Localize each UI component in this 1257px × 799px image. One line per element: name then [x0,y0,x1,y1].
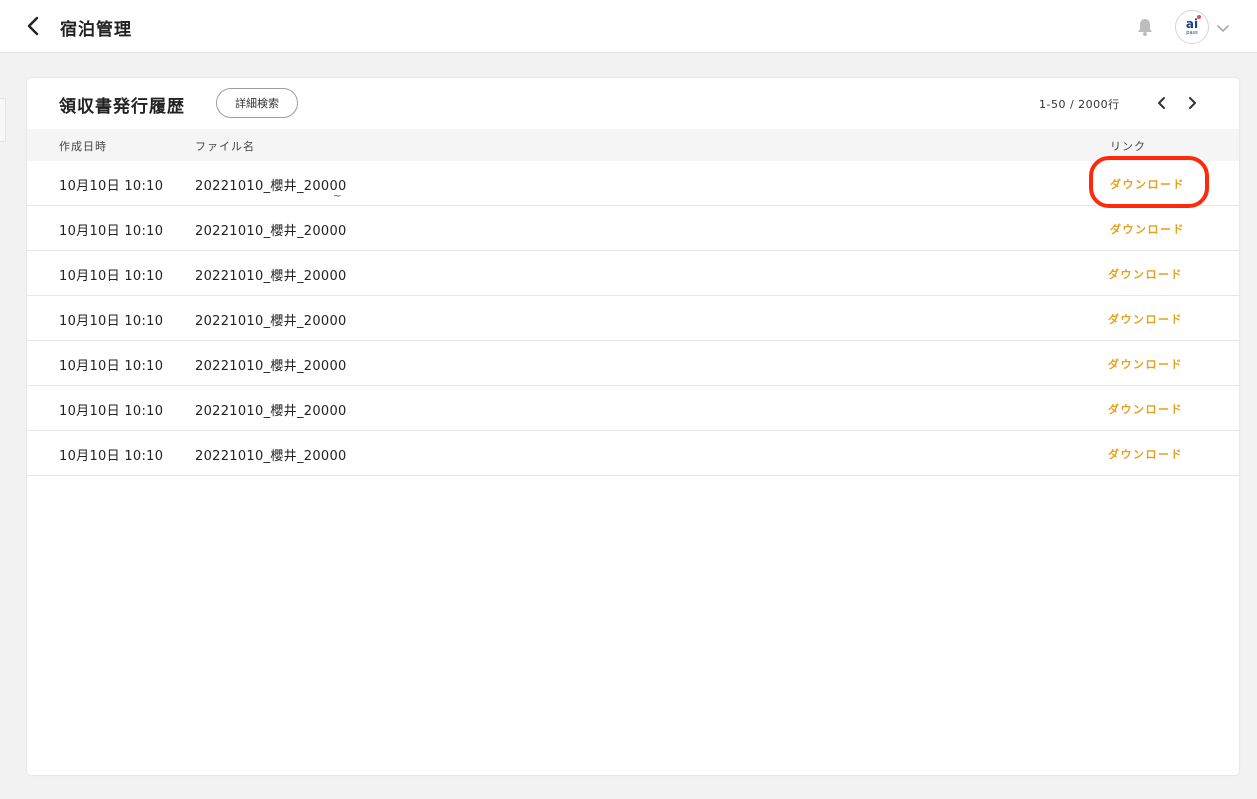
page-title: 宿泊管理 [60,20,132,40]
table-row: 10月10日 10:10 20221010_櫻井_20000 ダウンロード [27,341,1239,386]
row-file-name: 20221010_櫻井_20000 [195,179,347,194]
table-row: 10月10日 10:10 20221010_櫻井_20000 ダウンロード [27,251,1239,296]
row-date: 10月10日 10:10 [59,269,164,284]
table-row: 10月10日 10:10 20221010_櫻井_20000 ダウンロード [27,431,1239,476]
prev-page-button[interactable] [1154,94,1170,112]
row-file-name: 20221010_櫻井_20000 [195,314,347,329]
table-row: 10月10日 10:10 20221010_櫻井_20000 ダウンロード [27,296,1239,341]
column-header-file: ファイル名 [195,140,255,153]
user-avatar[interactable]: ai pass [1175,10,1209,44]
chevron-right-icon [1189,97,1196,109]
row-date: 10月10日 10:10 [59,359,164,374]
download-link[interactable]: ダウンロード [1108,266,1183,282]
download-link[interactable]: ダウンロード [1110,221,1185,237]
row-date: 10月10日 10:10 [59,179,164,194]
pagination-info: 1-50 / 2000行 [1039,98,1120,111]
side-drawer-handle[interactable] [0,98,6,142]
download-link[interactable]: ダウンロード [1110,176,1185,192]
download-link[interactable]: ダウンロード [1108,401,1183,417]
chevron-left-icon [27,16,39,36]
download-link[interactable]: ダウンロード [1108,311,1183,327]
card-title: 領収書発行履歴 [59,97,185,117]
row-file-name: 20221010_櫻井_20000 [195,224,347,239]
row-tilde: ~ [333,191,342,202]
app-header: 宿泊管理 ai pass [0,0,1257,53]
row-file-name: 20221010_櫻井_20000 [195,449,347,464]
row-date: 10月10日 10:10 [59,224,164,239]
chevron-down-icon [1217,25,1229,32]
table-row: 10月10日 10:10 20221010_櫻井_20000 ~ ダウンロード [27,161,1239,206]
table-header: 作成日時 ファイル名 リンク [27,129,1239,161]
advanced-search-button[interactable]: 詳細検索 [216,88,298,118]
avatar-logo: ai [1186,14,1202,30]
table-row: 10月10日 10:10 20221010_櫻井_20000 ダウンロード [27,386,1239,431]
table-row: 10月10日 10:10 20221010_櫻井_20000 ダウンロード [27,206,1239,251]
column-header-date: 作成日時 [59,140,107,153]
chevron-left-icon [1158,97,1165,109]
next-page-button[interactable] [1184,94,1200,112]
account-menu-toggle[interactable] [1216,20,1230,32]
row-date: 10月10日 10:10 [59,449,164,464]
notification-button[interactable] [1136,17,1154,37]
row-file-name: 20221010_櫻井_20000 [195,404,347,419]
bell-icon [1138,19,1152,36]
download-link[interactable]: ダウンロード [1108,446,1183,462]
row-date: 10月10日 10:10 [59,404,164,419]
receipt-history-card: 領収書発行履歴 詳細検索 1-50 / 2000行 作成日時 ファイル名 リンク… [27,78,1239,775]
row-date: 10月10日 10:10 [59,314,164,329]
row-file-name: 20221010_櫻井_20000 [195,269,347,284]
download-link[interactable]: ダウンロード [1108,356,1183,372]
back-button[interactable] [22,13,44,39]
column-header-link: リンク [1110,140,1146,153]
row-file-name: 20221010_櫻井_20000 [195,359,347,374]
